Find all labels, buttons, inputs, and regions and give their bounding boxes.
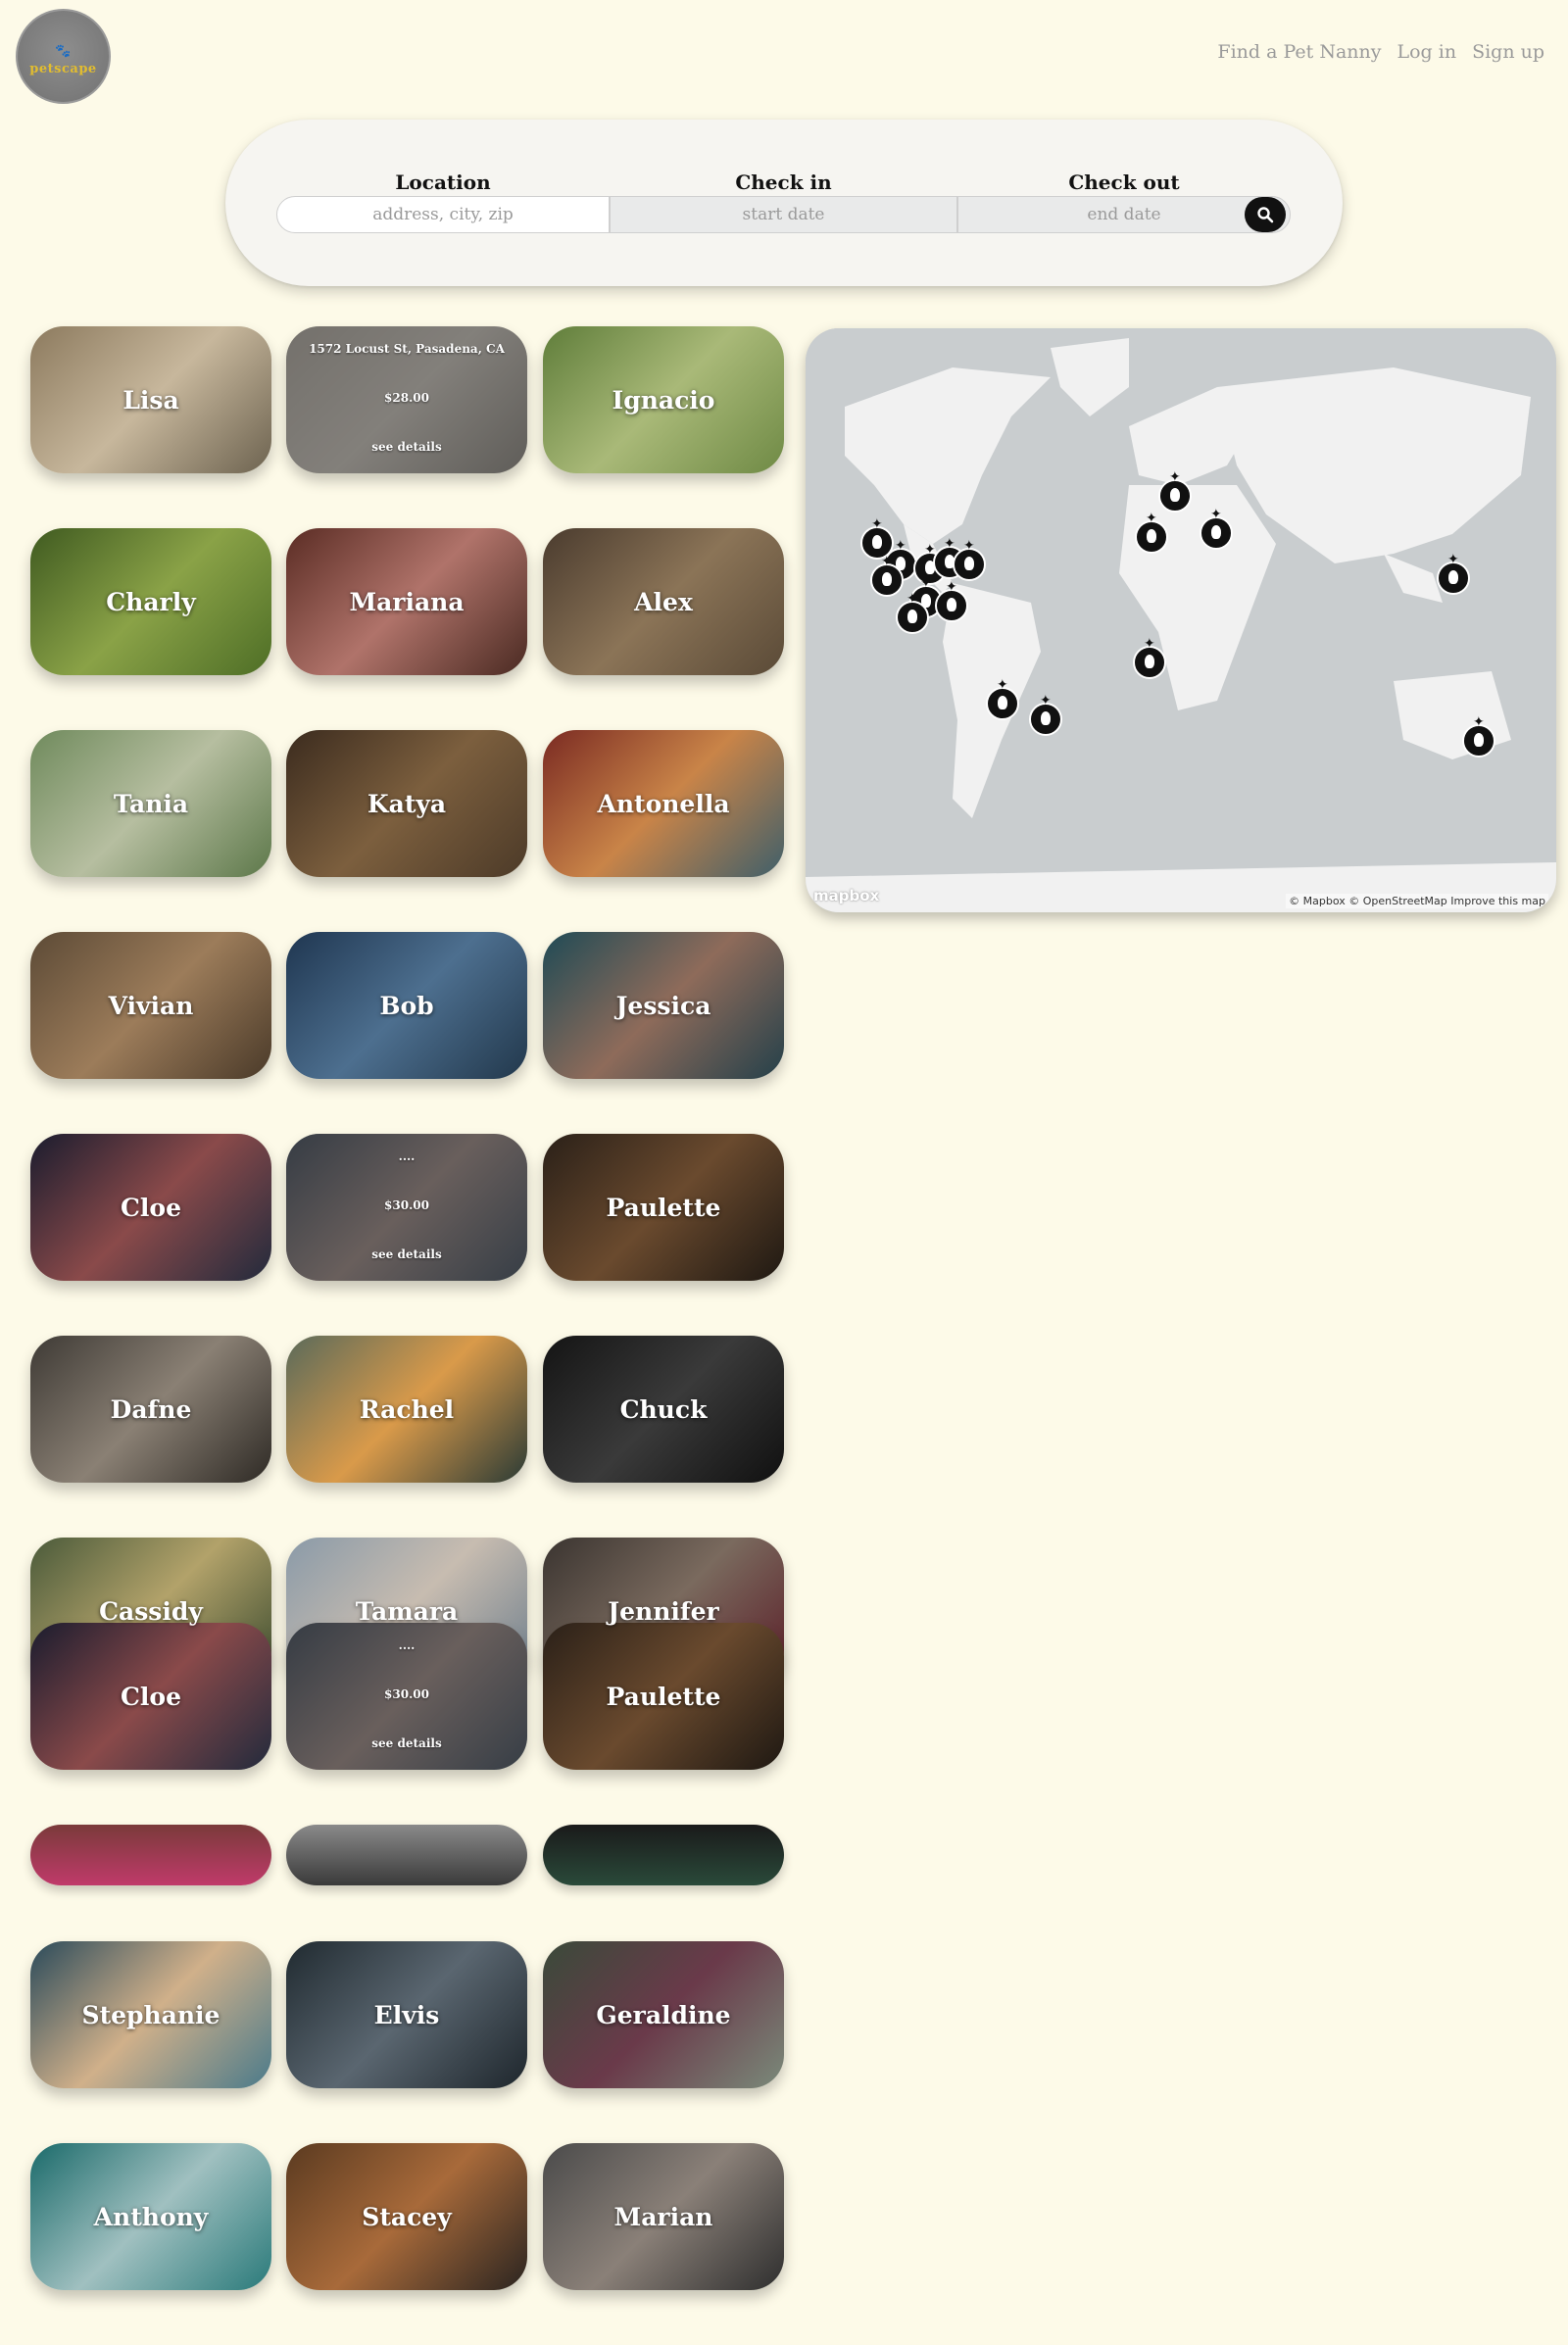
checkout-label: Check out — [1068, 171, 1180, 194]
nanny-name: Katya — [367, 789, 447, 818]
nanny-name: Elvis — [373, 2000, 440, 2029]
nanny-card[interactable]: Bob — [286, 932, 527, 1079]
nav-log-in[interactable]: Log in — [1396, 41, 1456, 63]
card-price: $28.00 — [384, 391, 429, 405]
nanny-card[interactable]: Rachel — [286, 1336, 527, 1483]
nanny-name: Geraldine — [596, 2000, 731, 2029]
card-price: $30.00 — [384, 1198, 429, 1212]
nanny-card[interactable]: Ignacio — [543, 326, 784, 473]
nanny-name: Cloe — [121, 1682, 181, 1711]
nanny-name: Mariana — [349, 587, 465, 616]
map-pin[interactable] — [1158, 469, 1192, 513]
dog-cat-icon: 🐾 — [55, 43, 72, 59]
nanny-card[interactable]: .... $30.00 see details — [286, 1134, 527, 1281]
nanny-name: Stephanie — [81, 2000, 220, 2029]
nanny-card[interactable]: Marian — [543, 2143, 784, 2290]
nanny-card[interactable]: Anthony — [30, 2143, 271, 2290]
nanny-card[interactable]: Lisa — [30, 326, 271, 473]
location-label: Location — [395, 171, 491, 194]
nanny-name: Jessica — [615, 991, 711, 1020]
checkin-date-input[interactable]: start date — [610, 196, 957, 233]
nanny-card[interactable]: Paulette — [543, 1134, 784, 1281]
nanny-card[interactable]: Chuck — [543, 1336, 784, 1483]
see-details-link[interactable]: see details — [286, 440, 527, 454]
map-pin[interactable] — [870, 554, 904, 597]
card-price: $30.00 — [384, 1687, 429, 1701]
nanny-name: Antonella — [597, 789, 730, 818]
checkin-label: Check in — [735, 171, 832, 194]
search-icon — [1257, 207, 1274, 223]
nanny-name: Cloe — [121, 1193, 181, 1222]
map[interactable]: mapbox © Mapbox © OpenStreetMap Improve … — [806, 328, 1556, 912]
map-pin[interactable] — [935, 579, 968, 622]
checkout-date-input[interactable]: end date — [957, 196, 1291, 233]
nanny-name: Vivian — [108, 991, 194, 1020]
nav-find-pet-nanny[interactable]: Find a Pet Nanny — [1217, 41, 1381, 63]
nanny-name: Tania — [113, 789, 189, 818]
nanny-name: Cassidy — [99, 1596, 203, 1626]
nanny-name: Chuck — [619, 1394, 708, 1424]
map-attribution[interactable]: © Mapbox © OpenStreetMap Improve this ma… — [1286, 894, 1548, 908]
nanny-card[interactable]: .... $30.00 see details — [286, 1623, 527, 1770]
see-details-link[interactable]: see details — [286, 1247, 527, 1261]
map-pin[interactable] — [1133, 636, 1166, 679]
location-input[interactable]: address, city, zip — [276, 196, 610, 233]
map-pin[interactable] — [1462, 714, 1495, 757]
petscape-logo[interactable]: 🐾 petscape — [16, 9, 111, 104]
nanny-card[interactable]: Tania — [30, 730, 271, 877]
nanny-name: Anthony — [93, 2202, 209, 2231]
nanny-name: Alex — [634, 587, 693, 616]
nanny-card[interactable]: Elvis — [286, 1941, 527, 2088]
nanny-card[interactable]: Stephanie — [30, 1941, 271, 2088]
logo-text: petscape — [29, 61, 97, 76]
nanny-card[interactable]: Stacey — [286, 2143, 527, 2290]
nanny-name: Paulette — [606, 1682, 721, 1711]
nanny-name: Paulette — [606, 1193, 721, 1222]
nanny-card[interactable]: Geraldine — [543, 1941, 784, 2088]
nanny-name: Bob — [379, 991, 434, 1020]
nav-sign-up[interactable]: Sign up — [1472, 41, 1544, 63]
nanny-card[interactable]: Antonella — [543, 730, 784, 877]
nanny-name: Lisa — [122, 385, 179, 415]
card-address: .... — [398, 1638, 416, 1652]
nanny-card[interactable]: Alex — [543, 528, 784, 675]
map-pin[interactable] — [1029, 693, 1062, 736]
search-bar: Location Check in Check out address, cit… — [225, 120, 1343, 286]
nanny-card-partial[interactable] — [286, 1825, 527, 1885]
nanny-card[interactable]: Mariana — [286, 528, 527, 675]
nanny-name: Jennifer — [608, 1596, 719, 1626]
nanny-card[interactable]: Dafne — [30, 1336, 271, 1483]
map-pin[interactable] — [1135, 511, 1168, 554]
mapbox-logo[interactable]: mapbox — [813, 887, 879, 904]
nanny-card-partial[interactable] — [543, 1825, 784, 1885]
nanny-card[interactable]: Charly — [30, 528, 271, 675]
nanny-card-partial[interactable] — [30, 1825, 271, 1885]
nanny-name: Marian — [613, 2202, 713, 2231]
nanny-card[interactable]: Paulette — [543, 1623, 784, 1770]
nanny-name: Tamara — [355, 1596, 459, 1626]
nanny-name: Rachel — [359, 1394, 455, 1424]
see-details-link[interactable]: see details — [286, 1736, 527, 1750]
map-pin[interactable] — [953, 538, 986, 581]
map-pin[interactable] — [986, 677, 1019, 720]
nanny-card[interactable]: Cloe — [30, 1134, 271, 1281]
nanny-card[interactable]: Cloe — [30, 1623, 271, 1770]
card-address: .... — [398, 1149, 416, 1163]
nanny-name: Dafne — [110, 1394, 192, 1424]
card-address: 1572 Locust St, Pasadena, CA — [309, 342, 505, 356]
top-nav: Find a Pet Nanny Log in Sign up — [1217, 41, 1544, 63]
nanny-name: Ignacio — [612, 385, 715, 415]
map-pin[interactable] — [1437, 552, 1470, 595]
nanny-name: Stacey — [362, 2202, 452, 2231]
nanny-card[interactable]: Katya — [286, 730, 527, 877]
nanny-card[interactable]: Vivian — [30, 932, 271, 1079]
search-button[interactable] — [1245, 197, 1286, 232]
nanny-card[interactable]: Jessica — [543, 932, 784, 1079]
map-pin[interactable] — [1200, 507, 1233, 550]
nanny-name: Charly — [106, 587, 196, 616]
nanny-card[interactable]: 1572 Locust St, Pasadena, CA $28.00 see de… — [286, 326, 527, 473]
map-pin[interactable] — [896, 591, 929, 634]
